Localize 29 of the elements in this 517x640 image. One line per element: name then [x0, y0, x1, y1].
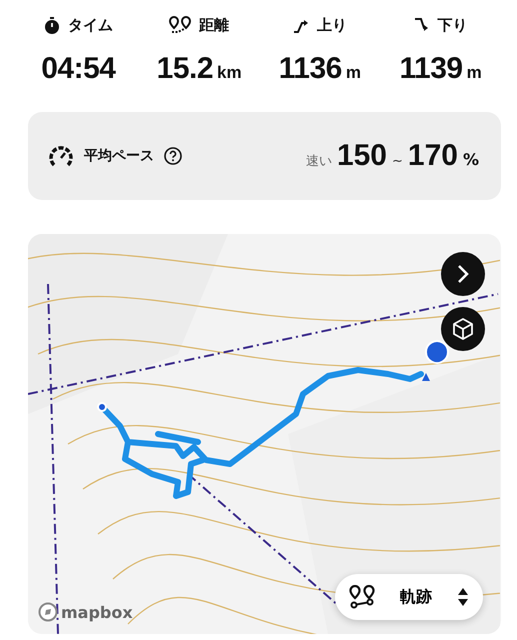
stat-label: 下り: [438, 16, 468, 34]
pace-unit: %: [462, 150, 479, 169]
pace-label: 平均ペース: [84, 147, 154, 165]
stat-unit: km: [217, 63, 242, 83]
stat-unit: m: [346, 63, 361, 83]
sort-arrows-icon: [457, 587, 469, 607]
stopwatch-icon: [44, 16, 60, 34]
speedometer-icon: [48, 145, 74, 167]
pace-high-value: 170: [408, 139, 458, 173]
descent-arrow-icon: [414, 17, 430, 33]
stat-value: 04:54: [41, 52, 116, 86]
stat-label: 距離: [199, 16, 230, 34]
pace-speed-label: 速い: [306, 153, 332, 170]
stat-unit: m: [466, 63, 482, 83]
range-separator: ~: [392, 154, 403, 169]
stat-label: 上り: [316, 16, 347, 34]
help-icon[interactable]: [164, 147, 182, 165]
map-attribution: mapbox: [61, 602, 133, 622]
stat-label: タイム: [68, 16, 113, 34]
route-pins-icon: [169, 16, 192, 34]
chevron-right-icon: [457, 264, 469, 284]
cube-icon: [452, 318, 474, 340]
stat-value: 1136: [278, 52, 342, 86]
stat-value: 15.2: [156, 52, 214, 86]
stat-value: 1139: [400, 52, 463, 86]
track-selector[interactable]: 軌跡: [335, 574, 483, 620]
ascent-arrow-icon: [292, 17, 309, 33]
pace-low-value: 150: [336, 139, 387, 173]
route-pins-icon: [349, 585, 375, 609]
